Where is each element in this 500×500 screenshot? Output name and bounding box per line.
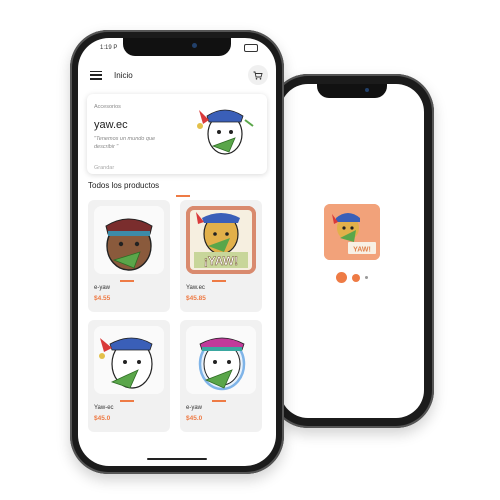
product-name: e-yaw xyxy=(186,405,203,411)
home-indicator[interactable] xyxy=(147,458,207,460)
cart-icon[interactable] xyxy=(248,65,268,85)
loading-dot xyxy=(336,272,347,283)
banner-brand: yaw.ec xyxy=(94,119,128,131)
product-name: Yaw.ec xyxy=(186,285,205,291)
page-title: Inicio xyxy=(114,70,133,80)
menu-icon[interactable] xyxy=(90,70,102,80)
battery-icon xyxy=(244,44,258,52)
product-card[interactable]: Yaw-ec $45.0 xyxy=(88,320,170,432)
splash-badge-text: YAW! xyxy=(353,247,371,254)
product-badge-text: ¡YAW! xyxy=(204,254,238,268)
product-card[interactable]: e-yaw $45.0 xyxy=(180,320,262,432)
product-underline xyxy=(120,280,134,282)
product-price: $45.0 xyxy=(94,415,111,422)
product-card[interactable]: e-yaw $4.55 xyxy=(88,200,170,312)
section-title: Todos los productos xyxy=(88,181,160,190)
product-name: e-yaw xyxy=(94,285,111,291)
back-phone: YAW! xyxy=(270,74,434,428)
product-price: $4.55 xyxy=(94,295,111,302)
notch xyxy=(317,84,387,98)
product-card[interactable]: ¡YAW! Yaw.ec $45.85 xyxy=(180,200,262,312)
product-image xyxy=(94,326,164,394)
product-image xyxy=(186,326,256,394)
banner-category: Accesorios xyxy=(94,104,121,110)
splash-logo-image: YAW! xyxy=(324,204,380,260)
product-underline xyxy=(120,400,134,402)
status-time: 1:19 P xyxy=(100,45,118,51)
front-phone: 1:19 P Inicio Accesorios yaw.ec "Tenemos… xyxy=(70,30,284,474)
banner-slogan: "Tenemos un mundo que describir " xyxy=(94,136,156,150)
product-name: Yaw-ec xyxy=(94,405,114,411)
product-underline xyxy=(212,400,226,402)
banner-llama-image xyxy=(195,102,255,160)
product-underline xyxy=(212,280,226,282)
store-banner-card[interactable]: Accesorios yaw.ec "Tenemos un mundo que … xyxy=(87,94,267,174)
banner-more-link[interactable]: Grandar xyxy=(94,165,114,171)
section-underline xyxy=(176,195,190,197)
loading-dot xyxy=(365,276,368,279)
product-image: ¡YAW! xyxy=(186,206,256,274)
product-price: $45.0 xyxy=(186,415,203,422)
home-screen: 1:19 P Inicio Accesorios yaw.ec "Tenemos… xyxy=(78,38,276,466)
loading-dots xyxy=(280,272,424,283)
app-bar: Inicio xyxy=(78,62,276,88)
notch xyxy=(123,38,231,56)
product-price: $45.85 xyxy=(186,295,206,302)
loading-dot xyxy=(352,273,360,282)
product-image xyxy=(94,206,164,274)
splash-screen: YAW! xyxy=(280,84,424,418)
